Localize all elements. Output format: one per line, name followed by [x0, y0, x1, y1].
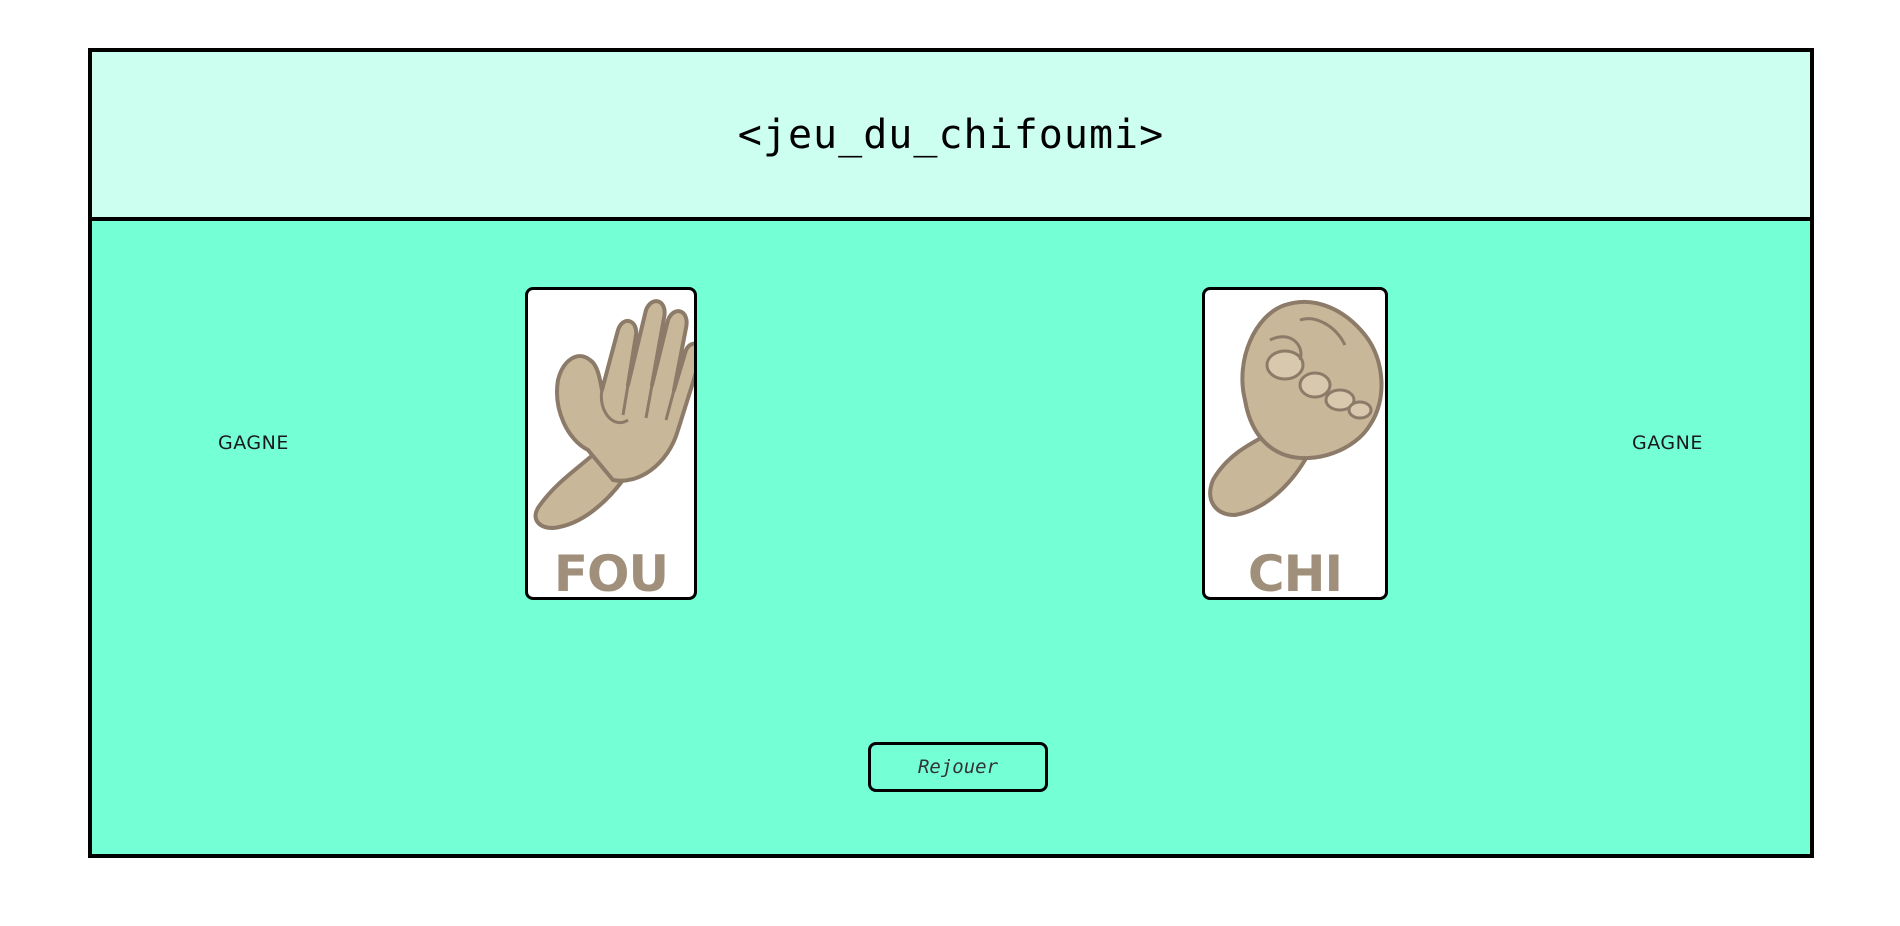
replay-button[interactable]: Rejouer	[868, 742, 1048, 792]
right-card-label: CHI	[1247, 545, 1343, 600]
right-player-card: CHI	[1202, 287, 1388, 600]
open-hand-icon	[533, 299, 694, 530]
page-title: <jeu_du_chifoumi>	[737, 111, 1165, 158]
right-player-result: GAGNE	[1632, 432, 1703, 454]
left-player-card: FOU	[525, 287, 697, 600]
left-card-label: FOU	[553, 545, 669, 600]
fist-icon	[1208, 299, 1384, 517]
left-player-result: GAGNE	[218, 432, 289, 454]
game-board: <jeu_du_chifoumi> GAGNE FOU CHI GAGNE Re…	[88, 48, 1814, 858]
header: <jeu_du_chifoumi>	[92, 52, 1810, 221]
